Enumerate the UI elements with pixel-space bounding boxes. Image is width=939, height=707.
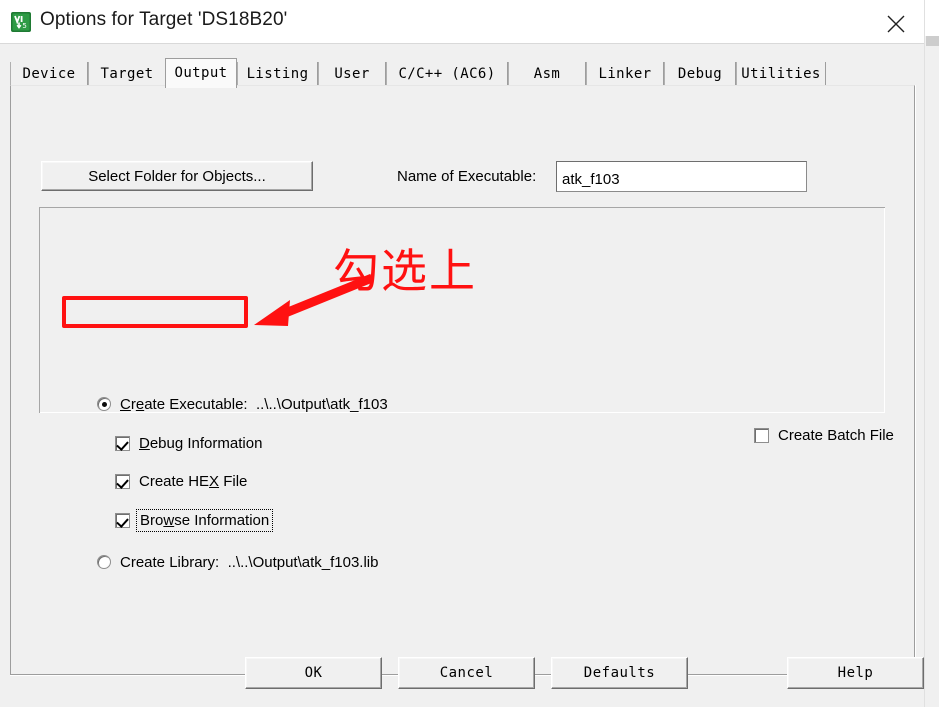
name-of-executable-label: Name of Executable: (397, 168, 537, 185)
dialog-body: Device Target Output Listing User C/C++ … (0, 44, 924, 707)
tab-strip: Device Target Output Listing User C/C++ … (10, 58, 915, 88)
ok-button[interactable]: OK (245, 657, 382, 689)
radio-icon-create-executable (97, 397, 111, 411)
radio-icon-create-library (97, 555, 111, 569)
tab-c-cpp[interactable]: C/C++ (AC6) (386, 62, 508, 86)
checkbox-icon-browse-information (115, 513, 130, 528)
create-hex-file-label: Create HEX File (139, 473, 248, 490)
keil-uvision-icon: 5 (11, 12, 31, 32)
create-executable-radio[interactable]: Create Executable: ..\..\Output\atk_f103 (97, 396, 388, 413)
tab-debug[interactable]: Debug (664, 62, 736, 86)
tab-device[interactable]: Device (10, 62, 88, 86)
output-tab-page: Select Folder for Objects... Name of Exe… (10, 85, 916, 676)
browse-information-label: Browse Information (135, 509, 274, 532)
create-library-path: ..\..\Output\atk_f103.lib (227, 554, 379, 571)
help-button[interactable]: Help (787, 657, 924, 689)
tab-target[interactable]: Target (88, 62, 166, 86)
cancel-button[interactable]: Cancel (398, 657, 535, 689)
tab-user[interactable]: User (318, 62, 386, 86)
scrollbar-thumb[interactable] (926, 36, 939, 46)
create-library-radio[interactable]: Create Library: ..\..\Output\atk_f103.li… (97, 554, 379, 571)
defaults-button[interactable]: Defaults (551, 657, 688, 689)
debug-information-checkbox[interactable]: Debug Information (115, 435, 262, 452)
name-of-executable-input[interactable] (556, 161, 807, 192)
create-hex-file-checkbox[interactable]: Create HEX File (115, 473, 247, 490)
checkbox-icon-create-hex-file (115, 474, 130, 489)
window-scrollbar[interactable] (924, 0, 939, 707)
options-dialog-window: 5 Options for Target 'DS18B20' Device Ta… (0, 0, 939, 707)
checkbox-icon-create-batch-file (754, 428, 769, 443)
tab-asm[interactable]: Asm (508, 62, 586, 86)
create-library-label: Create Library: (120, 554, 220, 571)
create-batch-file-label: Create Batch File (778, 427, 894, 444)
close-icon[interactable] (868, 0, 924, 44)
checkbox-icon-debug-information (115, 436, 130, 451)
svg-text:5: 5 (22, 22, 26, 30)
create-executable-label: Create Executable: (120, 396, 248, 413)
browse-information-checkbox[interactable]: Browse Information (115, 509, 274, 532)
scrollbar-track-top (925, 0, 939, 36)
select-folder-for-objects-button[interactable]: Select Folder for Objects... (41, 161, 313, 191)
tab-utilities[interactable]: Utilities (736, 62, 826, 86)
create-executable-path: ..\..\Output\atk_f103 (255, 396, 388, 413)
window-title: Options for Target 'DS18B20' (40, 9, 288, 30)
output-options-group: Create Executable: ..\..\Output\atk_f103… (39, 207, 894, 571)
title-bar: 5 Options for Target 'DS18B20' (0, 0, 924, 44)
create-batch-file-checkbox[interactable]: Create Batch File (754, 427, 894, 444)
tab-listing[interactable]: Listing (237, 62, 318, 86)
debug-information-label: Debug Information (139, 435, 263, 452)
tab-output[interactable]: Output (165, 58, 237, 88)
tab-linker[interactable]: Linker (586, 62, 664, 86)
